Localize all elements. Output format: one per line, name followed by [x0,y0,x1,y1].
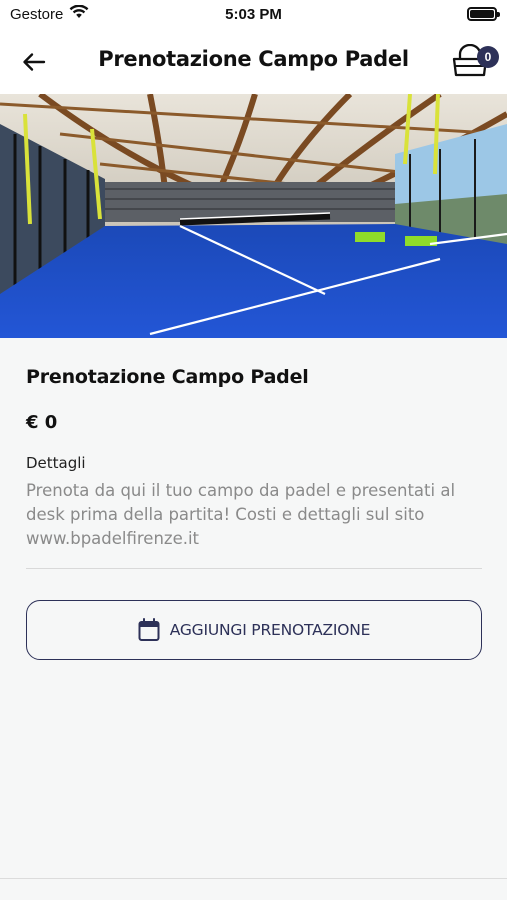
page-title: Prenotazione Campo Padel [98,47,409,71]
status-bar: Gestore 5:03 PM [0,0,507,28]
add-booking-label: AGGIUNGI PRENOTAZIONE [169,621,371,639]
details-description: Prenota da qui il tuo campo da padel e p… [26,481,456,548]
padel-court-image [0,94,507,338]
nav-header: Prenotazione Campo Padel 0 [0,28,507,94]
cart-count-badge: 0 [477,46,499,68]
battery-fill [470,10,494,18]
status-left: Gestore [10,4,89,23]
add-booking-button[interactable]: AGGIUNGI PRENOTAZIONE [26,600,482,660]
product-title: Prenotazione Campo Padel [26,366,309,388]
details-label: Dettagli [26,454,86,472]
wifi-icon [69,4,89,23]
battery-icon [467,7,500,21]
bottom-divider [0,878,507,879]
calendar-icon [138,618,160,641]
product-price: € 0 [26,412,58,433]
cart-button[interactable]: 0 [449,40,499,80]
divider [26,568,482,569]
carrier-label: Gestore [10,5,64,23]
hero-image [0,94,507,338]
